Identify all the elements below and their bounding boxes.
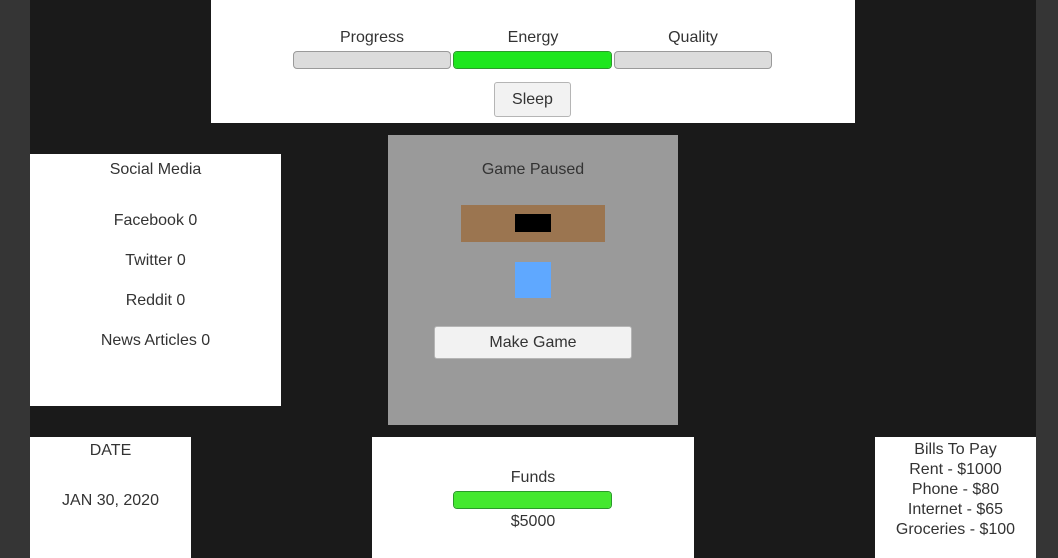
- make-game-button[interactable]: Make Game: [434, 326, 632, 359]
- funds-title: Funds: [510, 469, 556, 486]
- bill-rent: Rent - $1000: [909, 461, 1002, 478]
- twitter-count: Twitter 0: [125, 252, 186, 269]
- funds-amount: $5000: [510, 513, 556, 530]
- sleep-button[interactable]: Sleep: [494, 82, 571, 117]
- player-character[interactable]: [515, 262, 551, 298]
- computer-monitor: [515, 214, 551, 232]
- energy-bar: [453, 51, 612, 69]
- funds-bar: [453, 491, 612, 509]
- current-date: JAN 30, 2020: [62, 492, 159, 509]
- left-border: [0, 0, 30, 558]
- social-media-title: Social Media: [109, 161, 202, 178]
- progress-bar: [293, 51, 451, 69]
- energy-bar-fill: [454, 52, 611, 68]
- facebook-count: Facebook 0: [113, 212, 198, 229]
- status-panel: Progress Energy Quality Sleep: [211, 0, 855, 123]
- bill-internet: Internet - $65: [907, 501, 1004, 518]
- bills-panel: Bills To Pay Rent - $1000 Phone - $80 In…: [875, 437, 1036, 558]
- game-status-text: Game Paused: [481, 161, 585, 178]
- social-media-panel: Social Media Facebook 0 Twitter 0 Reddit…: [30, 154, 281, 406]
- reddit-count: Reddit 0: [125, 292, 186, 309]
- date-title: DATE: [89, 442, 132, 459]
- progress-label: Progress: [339, 29, 405, 46]
- game-view-panel: Game Paused Make Game: [388, 135, 678, 425]
- quality-bar: [614, 51, 772, 69]
- quality-label: Quality: [668, 29, 718, 46]
- news-articles-count: News Articles 0: [100, 332, 211, 349]
- energy-label: Energy: [507, 29, 559, 46]
- right-border: [1036, 0, 1058, 558]
- bill-phone: Phone - $80: [911, 481, 1000, 498]
- date-panel: DATE JAN 30, 2020: [30, 437, 191, 558]
- funds-panel: Funds $5000: [372, 437, 694, 558]
- desk: [461, 205, 605, 242]
- bill-groceries: Groceries - $100: [895, 521, 1016, 538]
- bills-title: Bills To Pay: [914, 441, 997, 458]
- funds-bar-fill: [454, 492, 611, 508]
